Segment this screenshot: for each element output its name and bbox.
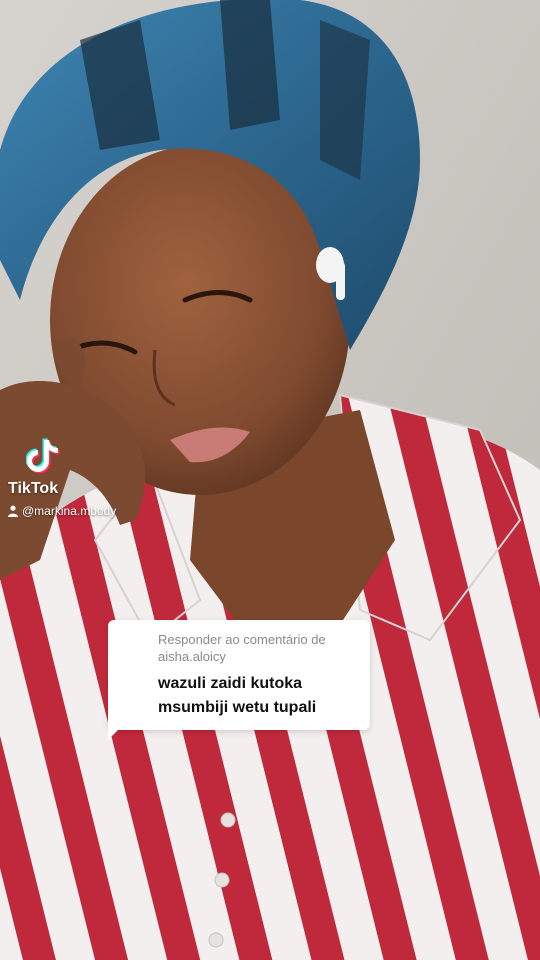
- user-icon: [8, 505, 18, 517]
- reply-comment-text: wazuli zaidi kutoka msumbiji wetu tupali: [158, 675, 317, 716]
- username-label: @markina.mbody: [22, 504, 117, 518]
- reply-card-tail: [108, 726, 122, 740]
- tiktok-note-icon: [26, 438, 60, 474]
- tiktok-username: @markina.mbody: [8, 504, 116, 518]
- commenter-avatar: [118, 651, 148, 681]
- reply-comment-card: Responder ao comentário de aisha.aloicy …: [108, 620, 370, 730]
- tiktok-watermark: TikTok @markina.mbody: [8, 438, 116, 518]
- reply-header-text: Responder ao comentário de aisha.aloicy: [158, 632, 326, 664]
- tiktok-brand-text: TikTok: [8, 480, 59, 497]
